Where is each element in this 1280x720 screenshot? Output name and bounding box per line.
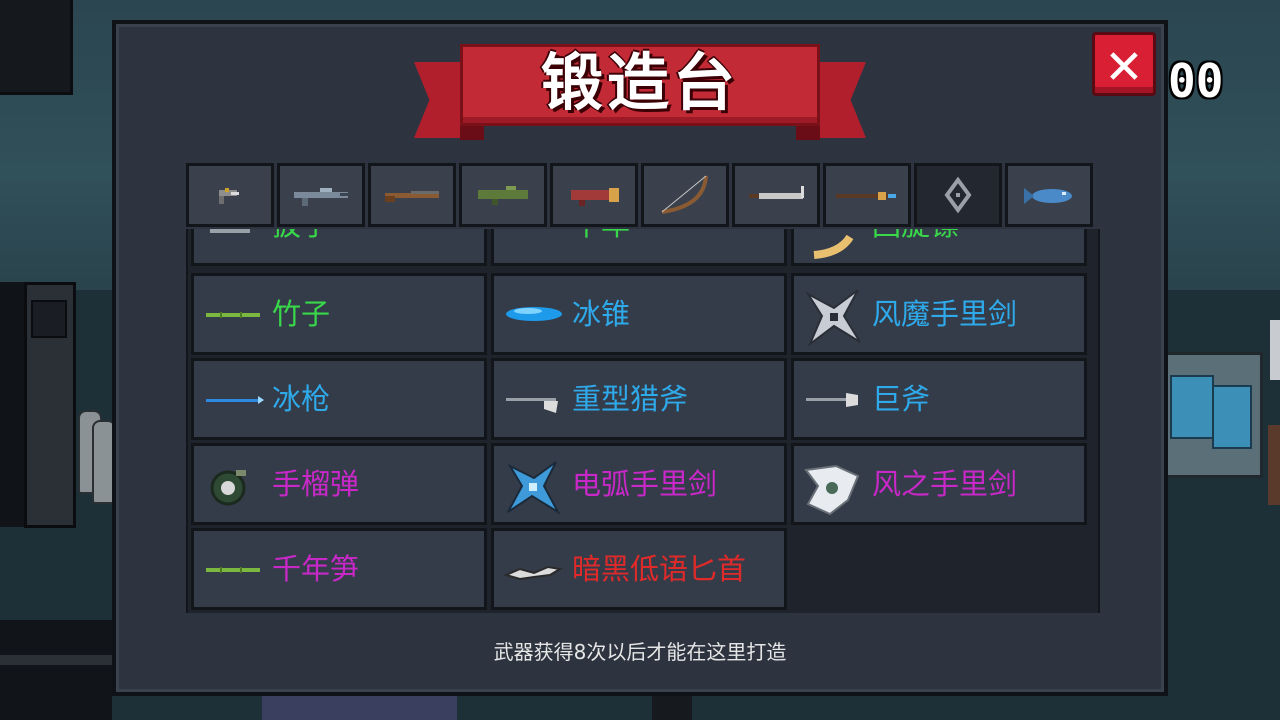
banner-fold-right [796,124,820,140]
weapon-category-tabs [186,163,1096,229]
weapon-cell[interactable]: 千年笋 [191,528,487,610]
ice-spear-icon [206,396,264,404]
weapon-name: 冰枪 [272,382,331,416]
bamboo-icon [206,312,260,318]
background-monitor [1170,375,1214,439]
background-prop [1268,425,1280,505]
currency-counter: 00 [1168,54,1224,108]
tab-launcher[interactable] [459,163,547,227]
weapon-cell[interactable]: 风之手里剑 [791,443,1087,525]
background-prop [1270,320,1280,380]
background-monitor [1212,385,1252,449]
heavy-axe-icon [506,398,558,413]
weapon-cell[interactable]: 手榴弹 [191,443,487,525]
background-floor-panel [652,692,692,720]
weapon-cell[interactable]: 巨斧 [791,358,1087,440]
weapon-cell[interactable]: 回旋镖 [791,229,1087,266]
weapon-name: 重型猎斧 [572,382,689,416]
tab-bazooka[interactable] [550,163,638,227]
background-cabinet-drawer [31,300,67,338]
weapon-name: 巨斧 [872,382,931,416]
boomerang-icon [813,234,854,259]
weapon-cell[interactable]: 扳子 [191,229,487,266]
close-button[interactable]: ✕ [1092,29,1156,97]
weapon-name: 风之手里剑 [872,467,1018,501]
tab-bow[interactable] [641,163,729,227]
shotgun-icon [385,191,439,202]
background-pillar [0,0,73,95]
weapon-name: 暗黑低语匕首 [572,552,747,586]
tab-blade[interactable] [732,163,820,227]
weapon-name: 千年笋 [272,552,360,586]
fish-icon [1024,188,1072,204]
weapon-cell[interactable]: 重型猎斧 [491,358,787,440]
weapon-cell[interactable]: 冰锥 [491,273,787,355]
weapon-name: 冰锥 [572,297,631,331]
weapon-name: 风魔手里剑 [872,297,1018,331]
weapon-cell[interactable]: 竹子 [191,273,487,355]
weapon-cell[interactable]: 冰枪 [191,358,487,440]
banner-fold-left [460,124,484,140]
weapon-name: 千年 [572,229,630,263]
forge-hint-text: 武器获得8次以后才能在这里打造 [493,640,787,664]
pistol-icon [219,188,239,204]
page-title: 锻造台 [540,46,739,119]
tab-rifle[interactable] [277,163,365,227]
rifle-icon [294,188,350,206]
bamboo-shoot-icon [206,567,260,573]
weapon-grid: 扳子 千年 回旋镖 竹子 冰锥 风魔手里剑 冰枪 重型猎斧 巨斧 手榴弹 电弧手… [186,229,1100,613]
tab-shotgun[interactable] [368,163,456,227]
weapon-cell[interactable]: 千年 [491,229,787,266]
tab-staff[interactable] [823,163,911,227]
wind-shuriken-icon [804,464,860,516]
weapon-name: 手榴弹 [272,467,360,501]
close-icon: ✕ [1106,29,1142,97]
title-banner: 锻造台 [414,44,866,144]
fuma-shuriken-icon [805,289,861,346]
background-band [0,655,112,665]
weapon-name: 扳子 [272,229,330,263]
bow-icon [661,175,708,214]
giant-axe-icon [806,393,858,407]
tab-shuriken[interactable] [914,163,1002,227]
launcher-icon [478,186,528,205]
wrench-icon [210,229,250,233]
weapon-cell[interactable]: 暗黑低语匕首 [491,528,787,610]
weapon-cell[interactable]: 电弧手里剑 [491,443,787,525]
weapon-name: 回旋镖 [872,229,959,263]
arc-shuriken-icon [507,461,561,515]
weapon-name: 竹子 [272,297,331,331]
weapon-name: 电弧手里剑 [572,467,718,501]
shuriken-icon [944,176,972,214]
blade-icon [749,186,804,199]
icicle-icon [506,307,562,321]
dark-dagger-icon [503,565,563,581]
staff-icon [836,192,896,200]
grenade-icon [210,470,246,506]
tab-fish[interactable] [1005,163,1093,227]
tab-pistol[interactable] [186,163,274,227]
background-corner [0,620,112,720]
bazooka-icon [571,188,619,206]
weapon-cell[interactable]: 风魔手里剑 [791,273,1087,355]
